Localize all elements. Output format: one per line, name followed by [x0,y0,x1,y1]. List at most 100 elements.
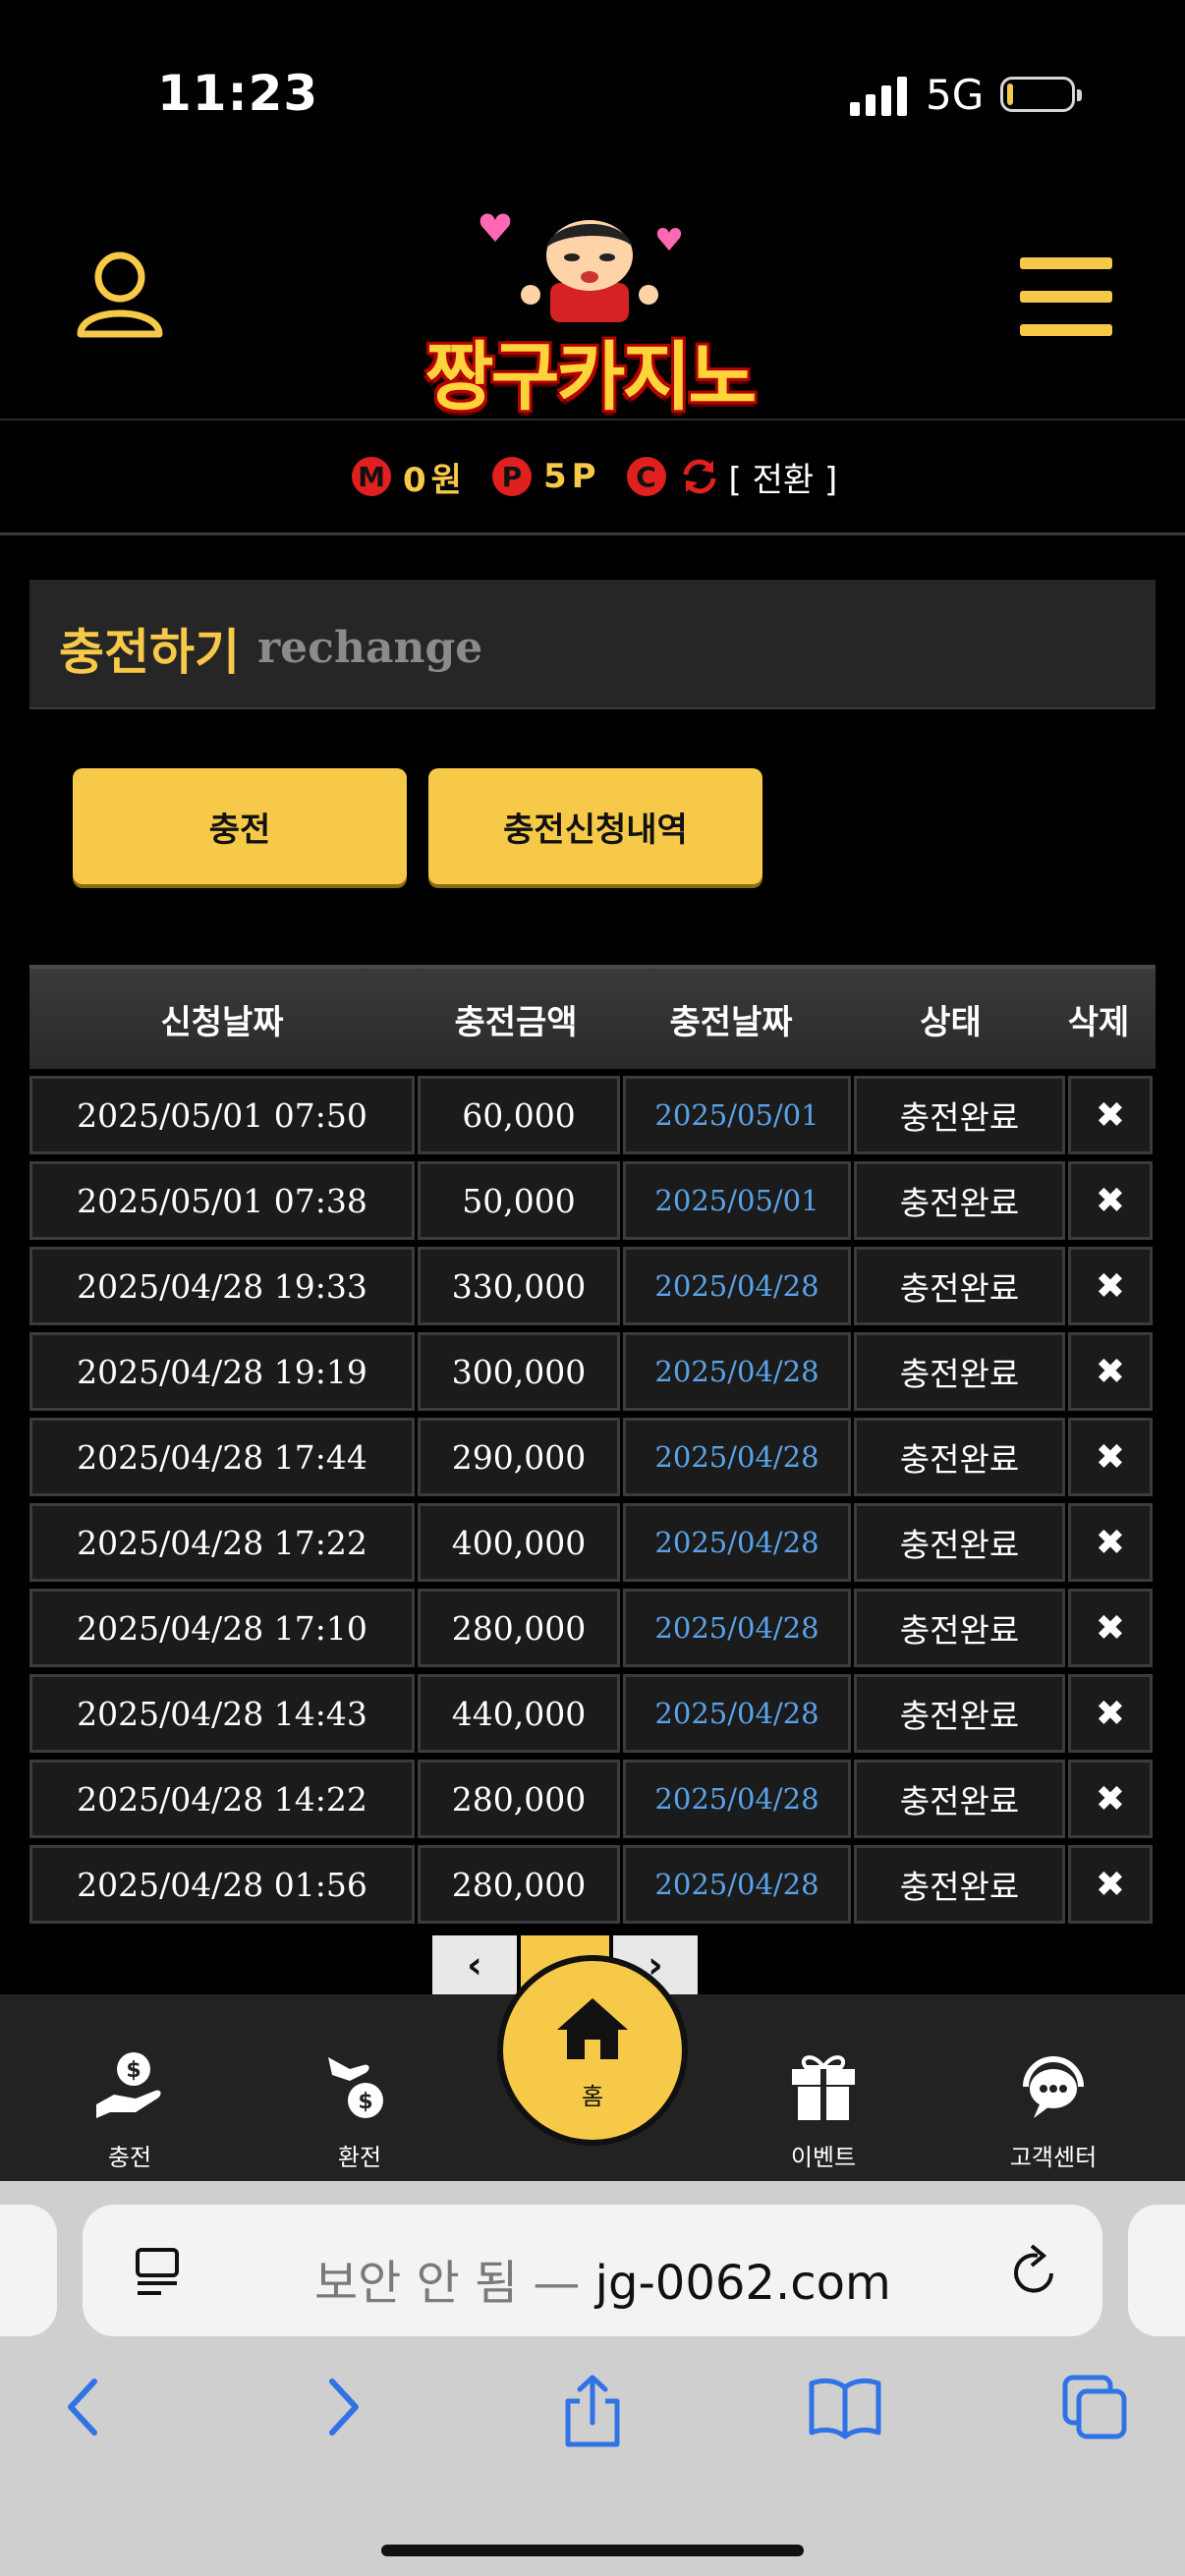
table-row: 2025/04/28 17:44 290,000 2025/04/28 충전완료… [29,1414,1156,1496]
nav-charge[interactable]: $ 충전 [61,2047,198,2172]
request-date-cell: 2025/04/28 17:22 [29,1503,415,1582]
charge-history-button[interactable]: 충전신청내역 [428,768,762,884]
user-icon[interactable] [71,246,169,344]
table-row: 2025/04/28 19:19 300,000 2025/04/28 충전완료… [29,1328,1156,1411]
delete-icon[interactable]: ✖ [1068,1076,1153,1154]
nav-charge-label: 충전 [107,2144,152,2171]
security-label: 보안 안 됨 — [314,2256,595,2311]
status-cell: 충전완료 [854,1247,1065,1325]
charge-date-cell: 2025/05/01 [623,1161,851,1240]
table-row: 2025/04/28 14:43 440,000 2025/04/28 충전완료… [29,1670,1156,1753]
status-cell: 충전완료 [854,1418,1065,1496]
nav-exchange[interactable]: $ 환전 [291,2047,428,2172]
delete-icon[interactable]: ✖ [1068,1503,1153,1582]
point-badge-icon: P [491,457,532,496]
delete-icon[interactable]: ✖ [1068,1332,1153,1411]
prev-page-button[interactable]: ‹ [432,1935,517,1994]
delete-icon[interactable]: ✖ [1068,1674,1153,1753]
svg-text:$: $ [126,2058,141,2083]
share-icon[interactable] [560,2372,625,2450]
table-row: 2025/04/28 19:33 330,000 2025/04/28 충전완료… [29,1243,1156,1325]
request-date-cell: 2025/04/28 14:22 [29,1760,415,1838]
delete-icon[interactable]: ✖ [1068,1845,1153,1924]
page-subtitle: rechange [257,623,483,673]
bookmarks-icon[interactable] [808,2372,882,2442]
status-cell: 충전완료 [854,1845,1065,1924]
charge-history-table: 신청날짜 충전금액 충전날짜 상태 삭제 2025/05/01 07:50 60… [29,965,1156,1924]
header-status: 상태 [920,1002,982,1042]
nav-support-label: 고객센터 [1009,2144,1098,2171]
request-date-cell: 2025/04/28 19:33 [29,1247,415,1325]
address-bar[interactable]: 보안 안 됨 — jg-0062.com [83,2205,1102,2336]
balance-bar: M 0원 P 5P C [ 전환 ] [0,420,1185,535]
battery-icon [1000,77,1082,112]
amount-cell: 400,000 [418,1503,620,1582]
charge-button[interactable]: 충전 [73,768,407,884]
table-row: 2025/04/28 01:56 280,000 2025/04/28 충전완료… [29,1841,1156,1924]
refresh-icon[interactable] [680,457,719,496]
page-menu-icon[interactable] [134,2246,183,2297]
request-date-cell: 2025/05/01 07:50 [29,1076,415,1154]
table-row: 2025/05/01 07:38 50,000 2025/05/01 충전완료 … [29,1157,1156,1240]
status-cell: 충전완료 [854,1674,1065,1753]
nav-home[interactable]: 홈 [503,1961,682,2140]
charge-date-cell: 2025/05/01 [623,1076,851,1154]
status-bar: 11:23 5G [0,0,1185,187]
charge-date-cell: 2025/04/28 [623,1247,851,1325]
request-date-cell: 2025/05/01 07:38 [29,1161,415,1240]
site-logo[interactable]: 짱구카지노 [403,196,776,420]
amount-cell: 330,000 [418,1247,620,1325]
home-icon [557,1998,628,2059]
point-value: 5P [542,457,601,496]
request-date-cell: 2025/04/28 17:10 [29,1589,415,1667]
amount-cell: 280,000 [418,1589,620,1667]
delete-icon[interactable]: ✖ [1068,1589,1153,1667]
amount-cell: 280,000 [418,1760,620,1838]
prev-tab-edge[interactable] [0,2205,57,2336]
delete-icon[interactable]: ✖ [1068,1161,1153,1240]
money-value: 0원 [403,460,467,500]
request-date-cell: 2025/04/28 14:43 [29,1674,415,1753]
coin-badge-icon: C [626,457,666,496]
table-row: 2025/04/28 14:22 280,000 2025/04/28 충전완료… [29,1756,1156,1838]
delete-icon[interactable]: ✖ [1068,1247,1153,1325]
header-delete: 삭제 [1067,1002,1130,1042]
delete-icon[interactable]: ✖ [1068,1760,1153,1838]
status-time: 11:23 [157,65,319,122]
header-amount: 충전금액 [454,1002,578,1042]
status-cell: 충전완료 [854,1503,1065,1582]
charge-date-cell: 2025/04/28 [623,1674,851,1753]
nav-support[interactable]: 고객센터 [985,2047,1122,2172]
forward-icon[interactable] [320,2372,364,2442]
signal-icon [850,77,907,116]
header-charge-date: 충전날짜 [669,1002,793,1042]
request-date-cell: 2025/04/28 01:56 [29,1845,415,1924]
url-text: 보안 안 됨 — jg-0062.com [314,2244,891,2313]
reload-icon[interactable] [1008,2244,1061,2299]
back-icon[interactable] [63,2372,106,2442]
network-label: 5G [926,71,985,119]
charge-date-cell: 2025/04/28 [623,1418,851,1496]
switch-link[interactable]: [ 전환 ] [729,453,838,501]
amount-cell: 440,000 [418,1674,620,1753]
headset-chat-icon [1023,2056,1084,2118]
next-tab-edge[interactable] [1128,2205,1185,2336]
nav-home-label: 홈 [581,2083,604,2110]
request-date-cell: 2025/04/28 19:19 [29,1332,415,1411]
table-row: 2025/04/28 17:10 280,000 2025/04/28 충전완료… [29,1585,1156,1667]
nav-event[interactable]: 이벤트 [755,2047,892,2172]
status-cell: 충전완료 [854,1332,1065,1411]
delete-icon[interactable]: ✖ [1068,1418,1153,1496]
hamburger-menu-icon[interactable] [1020,257,1112,336]
status-cell: 충전완료 [854,1161,1065,1240]
charge-date-cell: 2025/04/28 [623,1503,851,1582]
domain-text: jg-0062.com [594,2256,891,2311]
table-row: 2025/05/01 07:50 60,000 2025/05/01 충전완료 … [29,1072,1156,1154]
page-title-box: 충전하기 rechange [29,580,1156,709]
amount-cell: 300,000 [418,1332,620,1411]
header-request-date: 신청날짜 [160,1002,284,1042]
money-badge-icon: M [352,457,391,496]
tabs-icon[interactable] [1061,2372,1130,2442]
site-header: 짱구카지노 [0,187,1185,420]
browser-toolbar: 보안 안 됨 — jg-0062.com [0,2181,1185,2576]
